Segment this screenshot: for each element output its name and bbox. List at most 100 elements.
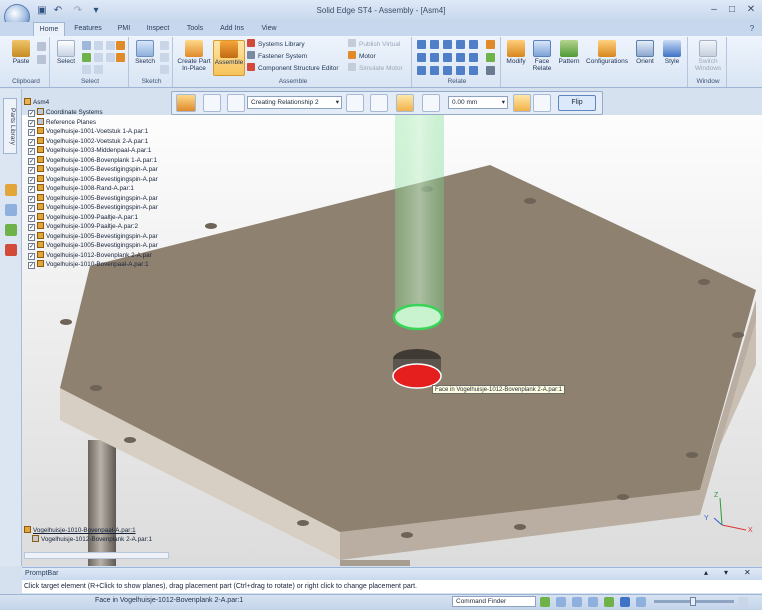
view-shading-icon[interactable] <box>636 597 646 607</box>
relate-align-icon[interactable] <box>430 40 439 49</box>
tree-item[interactable]: ✓ Reference Planes <box>28 117 96 127</box>
sidebar-select-tools-icon[interactable] <box>5 224 17 236</box>
checkbox-icon[interactable]: ✓ <box>28 119 35 127</box>
tree-lower-item[interactable]: Vogelhuisje-1010-Bovenpaal-A.par:1 <box>24 526 136 535</box>
checkbox-icon[interactable]: ✓ <box>28 214 35 222</box>
checkbox-icon[interactable]: ✓ <box>28 252 35 260</box>
pattern-button[interactable]: Pattern <box>556 40 582 76</box>
placement-part-button[interactable] <box>346 94 364 112</box>
checkbox-icon[interactable]: ✓ <box>28 233 35 241</box>
fixed-offset-button[interactable] <box>396 94 414 112</box>
tab-pmi[interactable]: PMI <box>112 22 136 36</box>
face-relate-button[interactable]: Face Relate <box>529 40 555 76</box>
tree-item[interactable]: ✓ Vogelhuisje-1006-Bovenplank 1-A.par:1 <box>28 155 157 165</box>
relate-path-icon[interactable] <box>456 66 465 75</box>
tab-features[interactable]: Features <box>70 22 106 36</box>
view-pan-icon[interactable] <box>572 597 582 607</box>
relate-extra-2-icon[interactable] <box>486 53 495 62</box>
fastener-system-button[interactable]: Fastener System <box>247 51 307 63</box>
relate-connect-icon[interactable] <box>469 40 478 49</box>
checkbox-icon[interactable]: ✓ <box>28 205 35 212</box>
minimize-button[interactable]: – <box>706 3 722 17</box>
prompt-bar-pin-icon[interactable]: ▴ <box>704 568 714 578</box>
select-tool-5-icon[interactable] <box>94 53 103 62</box>
relate-extra-1-icon[interactable] <box>486 40 495 49</box>
offset-value-input[interactable]: 0.00 mm ▾ <box>448 96 508 109</box>
view-orient-icon[interactable] <box>604 597 614 607</box>
tree-item[interactable]: ✓ Vogelhuisje-1005-Bevestigingspin-A.par <box>28 165 158 174</box>
rotate-button[interactable] <box>513 94 531 112</box>
relate-angle-icon[interactable] <box>417 53 426 62</box>
relate-center-icon[interactable] <box>430 66 439 75</box>
tree-item[interactable]: ✓ Vogelhuisje-1010-Bovenpaal-A.par:1 <box>28 260 149 269</box>
close-button[interactable]: ✕ <box>743 3 759 17</box>
construction-display-button[interactable] <box>227 94 245 112</box>
relate-rigid-icon[interactable] <box>443 66 452 75</box>
copy-icon[interactable] <box>37 55 46 64</box>
checkbox-icon[interactable]: ✓ <box>28 148 35 155</box>
checkbox-icon[interactable]: ✓ <box>28 195 35 203</box>
view-fit-icon[interactable] <box>556 597 566 607</box>
select-tool-8-icon[interactable] <box>94 65 103 74</box>
tab-home[interactable]: Home <box>33 22 65 36</box>
sketch-button[interactable]: Sketch <box>132 40 158 76</box>
select-tool-6-icon[interactable] <box>106 53 115 62</box>
checkbox-icon[interactable]: ✓ <box>28 157 35 165</box>
motor-button[interactable]: Motor <box>348 51 376 63</box>
lock-rotation-button[interactable] <box>533 94 551 112</box>
help-icon[interactable]: ? <box>746 23 758 35</box>
target-part-button[interactable] <box>370 94 388 112</box>
sidebar-pathfinder-icon[interactable] <box>5 184 17 196</box>
checkbox-icon[interactable]: ✓ <box>28 243 35 250</box>
parts-library-tab[interactable]: Parts Library <box>3 98 17 154</box>
tree-item[interactable]: ✓ Vogelhuisje-1005-Bevestigingspin-A.par <box>28 193 158 203</box>
command-finder-input[interactable]: Command Finder <box>452 596 536 607</box>
tree-item[interactable]: ✓ Vogelhuisje-1002-Voetstuk 2-A.par:1 <box>28 136 148 146</box>
select-tool-9-icon[interactable] <box>116 41 125 50</box>
assemble-button[interactable]: Assemble <box>213 40 245 76</box>
select-tool-2-icon[interactable] <box>94 41 103 50</box>
tree-item[interactable]: ✓ Vogelhuisje-1003-Middenpaal-A.par:1 <box>28 146 151 155</box>
checkbox-icon[interactable]: ✓ <box>28 176 35 184</box>
relate-insert-icon[interactable] <box>443 40 452 49</box>
tree-item[interactable]: ✓ Vogelhuisje-1012-Bovenplank 2-A.par <box>28 250 152 260</box>
relate-cam-icon[interactable] <box>443 53 452 62</box>
relationship-select[interactable]: Creating Relationship 2 ▾ <box>247 96 342 109</box>
paste-button[interactable]: Paste <box>6 40 36 76</box>
tree-item[interactable]: ✓ Coordinate Systems <box>28 108 103 117</box>
tree-item[interactable]: ✓ Vogelhuisje-1001-Voetstuk 1-A.par:1 <box>28 127 148 136</box>
cut-icon[interactable] <box>37 42 46 51</box>
maximize-button[interactable]: □ <box>724 3 740 17</box>
systems-library-button[interactable]: Systems Library <box>247 39 305 51</box>
relate-ground-icon[interactable] <box>417 66 426 75</box>
tab-add-ins[interactable]: Add Ins <box>216 22 248 36</box>
publish-virtual-button[interactable]: Publish Virtual <box>348 39 400 51</box>
relate-gear-icon[interactable] <box>456 53 465 62</box>
tree-horizontal-scrollbar[interactable] <box>24 552 169 559</box>
tree-item[interactable]: ✓ Vogelhuisje-1005-Bevestigingspin-A.par <box>28 241 158 250</box>
relationship-types-button[interactable] <box>176 94 196 112</box>
select-tool-10-icon[interactable] <box>116 53 125 62</box>
select-tool-7-icon[interactable] <box>82 65 91 74</box>
configurations-button[interactable]: Configurations <box>583 40 631 76</box>
options-button[interactable] <box>203 94 221 112</box>
style-button[interactable]: Style <box>659 40 685 76</box>
checkbox-icon[interactable]: ✓ <box>28 186 35 193</box>
relate-tangent-icon[interactable] <box>430 53 439 62</box>
create-part-in-place-button[interactable]: Create Part In-Place <box>176 40 212 76</box>
relate-extra-3-icon[interactable] <box>486 66 495 75</box>
zoom-slider-handle[interactable] <box>690 597 696 606</box>
select-tool-4-icon[interactable] <box>82 53 91 62</box>
relate-cylinder-icon[interactable] <box>469 66 478 75</box>
checkbox-icon[interactable]: ✓ <box>28 129 35 136</box>
tree-item[interactable]: ✓ Vogelhuisje-1005-Bevestigingspin-A.par <box>28 203 158 212</box>
placement-part-preview[interactable] <box>395 115 444 318</box>
checkbox-icon[interactable]: ✓ <box>28 110 35 117</box>
checkbox-icon[interactable]: ✓ <box>28 262 35 269</box>
tree-root[interactable]: Asm4 <box>24 98 49 107</box>
simulate-motor-button[interactable]: Simulate Motor <box>348 63 403 75</box>
sidebar-features-icon[interactable] <box>5 244 17 256</box>
orient-button[interactable]: Orient <box>632 40 658 76</box>
checkbox-icon[interactable]: ✓ <box>28 167 35 174</box>
sketch-tool-2-icon[interactable] <box>160 53 169 62</box>
